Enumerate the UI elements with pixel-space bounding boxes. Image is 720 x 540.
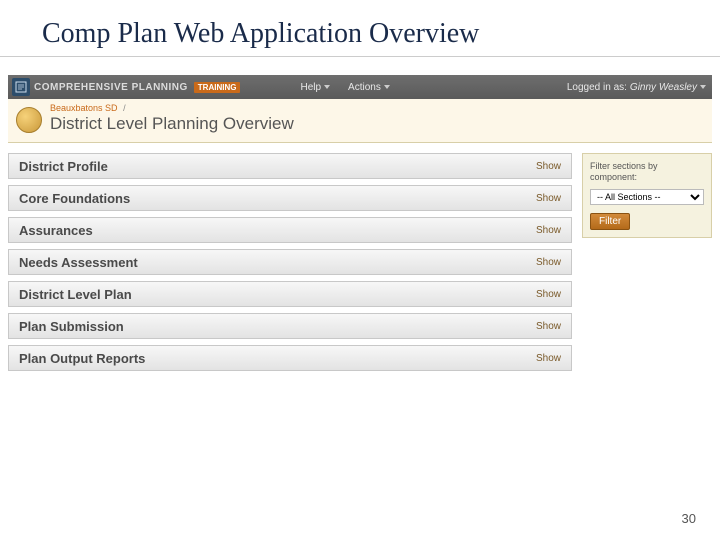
user-name: Ginny Weasley [630,82,697,93]
app-logo-icon [12,78,30,96]
page-number: 30 [682,511,696,526]
section-needs-assessment[interactable]: Needs Assessment Show [8,249,572,275]
brand-label: COMPREHENSIVE PLANNING [34,82,188,93]
chevron-down-icon [384,85,390,89]
app-screenshot: COMPREHENSIVE PLANNING TRAINING Help Act… [8,75,712,371]
chevron-down-icon [324,85,330,89]
top-menu-group: Help Actions [300,82,389,93]
section-label: Plan Output Reports [19,351,145,366]
section-show-link[interactable]: Show [536,353,561,364]
slide-title: Comp Plan Web Application Overview [0,0,720,57]
menu-actions[interactable]: Actions [348,82,390,93]
compass-icon [16,107,42,133]
breadcrumb-org[interactable]: Beauxbatons SD [50,103,118,113]
section-show-link[interactable]: Show [536,225,561,236]
section-label: District Profile [19,159,108,174]
user-info: Logged in as: Ginny Weasley [567,82,706,93]
section-label: Needs Assessment [19,255,138,270]
filter-label: Filter sections by component: [590,161,704,183]
menu-help-label: Help [300,82,321,93]
section-show-link[interactable]: Show [536,257,561,268]
filter-panel: Filter sections by component: -- All Sec… [582,153,712,238]
breadcrumb-separator: / [123,103,126,113]
section-plan-output-reports[interactable]: Plan Output Reports Show [8,345,572,371]
section-plan-submission[interactable]: Plan Submission Show [8,313,572,339]
section-core-foundations[interactable]: Core Foundations Show [8,185,572,211]
breadcrumb: Beauxbatons SD / [50,103,294,113]
sections-list: District Profile Show Core Foundations S… [8,153,572,371]
section-label: Core Foundations [19,191,130,206]
section-assurances[interactable]: Assurances Show [8,217,572,243]
section-label: Assurances [19,223,93,238]
breadcrumb-bar: Beauxbatons SD / District Level Planning… [8,99,712,143]
menu-actions-label: Actions [348,82,381,93]
menu-help[interactable]: Help [300,82,330,93]
page-title: District Level Planning Overview [50,114,294,134]
section-district-level-plan[interactable]: District Level Plan Show [8,281,572,307]
section-district-profile[interactable]: District Profile Show [8,153,572,179]
section-show-link[interactable]: Show [536,289,561,300]
section-label: Plan Submission [19,319,124,334]
section-show-link[interactable]: Show [536,161,561,172]
content-row: District Profile Show Core Foundations S… [8,143,712,371]
logged-in-label: Logged in as: [567,82,627,93]
top-navbar: COMPREHENSIVE PLANNING TRAINING Help Act… [8,75,712,99]
chevron-down-icon [700,85,706,89]
section-show-link[interactable]: Show [536,321,561,332]
filter-select[interactable]: -- All Sections -- [590,189,704,205]
filter-button[interactable]: Filter [590,213,630,230]
training-badge: TRAINING [194,82,241,93]
section-show-link[interactable]: Show [536,193,561,204]
section-label: District Level Plan [19,287,132,302]
